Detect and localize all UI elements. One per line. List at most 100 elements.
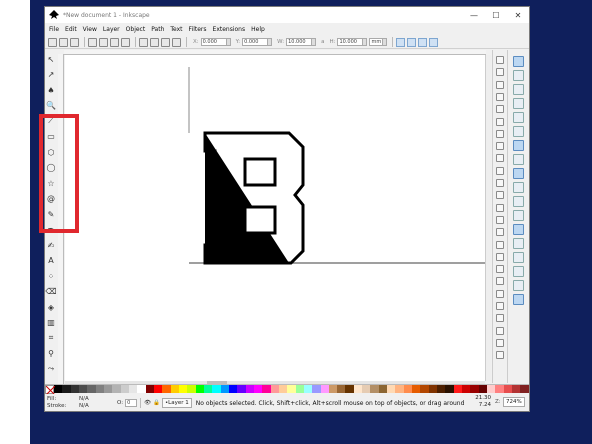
palette-swatch[interactable] bbox=[78, 385, 88, 393]
snap-toggle-icon[interactable] bbox=[513, 56, 524, 67]
export-icon[interactable] bbox=[496, 117, 504, 126]
text-tool[interactable]: A bbox=[46, 256, 56, 266]
flip-horizontal-icon[interactable] bbox=[110, 37, 119, 47]
menu-extensions[interactable]: Extensions bbox=[213, 26, 246, 33]
palette-swatch[interactable] bbox=[520, 385, 529, 393]
fill-stroke-indicator[interactable]: Fill: N/A Stroke: N/A bbox=[45, 394, 95, 411]
connector-tool[interactable]: ⤳ bbox=[46, 364, 56, 374]
raise-to-top-icon[interactable] bbox=[139, 37, 148, 47]
save-icon[interactable] bbox=[496, 80, 504, 89]
lock-icon[interactable]: 🔒 bbox=[153, 400, 160, 406]
menu-layer[interactable]: Layer bbox=[103, 26, 120, 33]
palette-swatch[interactable] bbox=[295, 385, 304, 393]
rotate-ccw-icon[interactable] bbox=[88, 37, 97, 47]
spray-tool[interactable]: ⁘ bbox=[46, 271, 56, 281]
palette-swatch[interactable] bbox=[278, 385, 288, 393]
palette-swatch[interactable] bbox=[62, 385, 71, 393]
scale-corners-icon[interactable] bbox=[407, 37, 417, 47]
palette-swatch[interactable] bbox=[270, 385, 279, 393]
palette-swatch[interactable] bbox=[187, 385, 196, 393]
snap-center-icon[interactable] bbox=[513, 224, 524, 235]
palette-swatch[interactable] bbox=[378, 385, 388, 393]
lock-proportions-toggle[interactable]: a bbox=[321, 39, 324, 45]
menu-file[interactable]: File bbox=[49, 26, 59, 33]
maximize-button[interactable]: ☐ bbox=[485, 7, 507, 23]
unit-dropdown-arrow[interactable] bbox=[383, 38, 388, 46]
palette-swatch[interactable] bbox=[145, 385, 154, 393]
snap-path-icon[interactable] bbox=[513, 154, 524, 165]
y-spinner[interactable] bbox=[268, 38, 273, 46]
palette-swatch[interactable] bbox=[437, 385, 446, 393]
palette-swatch[interactable] bbox=[478, 385, 488, 393]
menu-text[interactable]: Text bbox=[170, 26, 182, 33]
rotate-cw-icon[interactable] bbox=[99, 37, 108, 47]
opacity-field[interactable]: 0 bbox=[125, 399, 138, 407]
open-icon[interactable] bbox=[496, 68, 504, 77]
move-patterns-icon[interactable] bbox=[429, 37, 439, 47]
dropper-tool[interactable]: ⚲ bbox=[46, 349, 56, 359]
move-gradients-icon[interactable] bbox=[418, 37, 428, 47]
node-tool[interactable]: ↗ bbox=[46, 70, 56, 80]
snap-bbox-edge-icon[interactable] bbox=[513, 84, 524, 95]
duplicate-icon[interactable] bbox=[496, 228, 504, 237]
select-all-icon[interactable] bbox=[48, 37, 57, 47]
snap-guide-icon[interactable] bbox=[513, 294, 524, 305]
mesh-tool[interactable]: ⌗ bbox=[46, 333, 56, 343]
selector-tool[interactable]: ↖ bbox=[46, 54, 56, 64]
height-field[interactable]: 10.000 bbox=[337, 38, 364, 46]
no-paint-swatch[interactable] bbox=[45, 385, 56, 396]
layers-icon[interactable] bbox=[496, 314, 504, 323]
new-document-icon[interactable] bbox=[496, 56, 504, 64]
menu-edit[interactable]: Edit bbox=[65, 26, 77, 33]
snap-grid-icon[interactable] bbox=[513, 280, 524, 291]
palette-swatch[interactable] bbox=[345, 385, 354, 393]
palette-swatch[interactable] bbox=[420, 385, 429, 393]
snap-bbox-midpoint-icon[interactable] bbox=[513, 112, 524, 123]
palette-swatch[interactable] bbox=[362, 385, 371, 393]
lower-icon[interactable] bbox=[161, 37, 170, 47]
eye-icon[interactable]: 👁 bbox=[144, 400, 151, 406]
palette-swatch[interactable] bbox=[512, 385, 521, 393]
scale-stroke-icon[interactable] bbox=[396, 37, 406, 47]
snap-bbox-center-icon[interactable] bbox=[513, 126, 524, 137]
menu-path[interactable]: Path bbox=[151, 26, 164, 33]
palette-swatch[interactable] bbox=[445, 385, 454, 393]
eraser-tool[interactable]: ⌫ bbox=[45, 287, 56, 297]
palette-swatch[interactable] bbox=[87, 385, 96, 393]
xml-editor-icon[interactable] bbox=[496, 326, 504, 335]
palette-swatch[interactable] bbox=[262, 385, 271, 393]
gradient-tool[interactable]: ▥ bbox=[46, 318, 56, 328]
fill-stroke-icon[interactable] bbox=[496, 289, 504, 298]
palette-swatch[interactable] bbox=[54, 385, 63, 393]
snap-bbox-corner-icon[interactable] bbox=[513, 98, 524, 109]
snap-intersection-icon[interactable] bbox=[513, 168, 524, 179]
minimize-button[interactable]: — bbox=[463, 7, 485, 23]
bucket-tool[interactable]: ◈ bbox=[46, 302, 56, 312]
unit-select[interactable]: mm bbox=[369, 38, 384, 46]
text-font-icon[interactable] bbox=[496, 302, 504, 310]
palette-swatch[interactable] bbox=[112, 385, 121, 393]
drawing-canvas[interactable] bbox=[65, 55, 485, 381]
palette-swatch[interactable] bbox=[128, 385, 138, 393]
palette-swatch[interactable] bbox=[170, 385, 179, 393]
palette-swatch[interactable] bbox=[462, 385, 471, 393]
palette-swatch[interactable] bbox=[428, 385, 438, 393]
snap-smooth-icon[interactable] bbox=[513, 196, 524, 207]
zoom-drawing-icon[interactable] bbox=[496, 203, 504, 212]
copy-icon[interactable] bbox=[496, 154, 504, 163]
print-icon[interactable] bbox=[496, 92, 504, 101]
palette-swatch[interactable] bbox=[203, 385, 213, 393]
palette-swatch[interactable] bbox=[287, 385, 296, 393]
palette-swatch[interactable] bbox=[395, 385, 404, 393]
palette-swatch[interactable] bbox=[195, 385, 204, 393]
snap-nodes-icon[interactable] bbox=[513, 140, 524, 151]
cut-icon[interactable] bbox=[496, 166, 504, 175]
width-field[interactable]: 10.000 bbox=[286, 38, 313, 46]
snap-bbox-icon[interactable] bbox=[513, 70, 524, 81]
menu-view[interactable]: View bbox=[83, 26, 97, 33]
palette-swatch[interactable] bbox=[387, 385, 396, 393]
snap-midpoint-icon[interactable] bbox=[513, 210, 524, 221]
snap-cusp-icon[interactable] bbox=[513, 182, 524, 193]
flip-vertical-icon[interactable] bbox=[121, 37, 130, 47]
menu-help[interactable]: Help bbox=[251, 26, 265, 33]
